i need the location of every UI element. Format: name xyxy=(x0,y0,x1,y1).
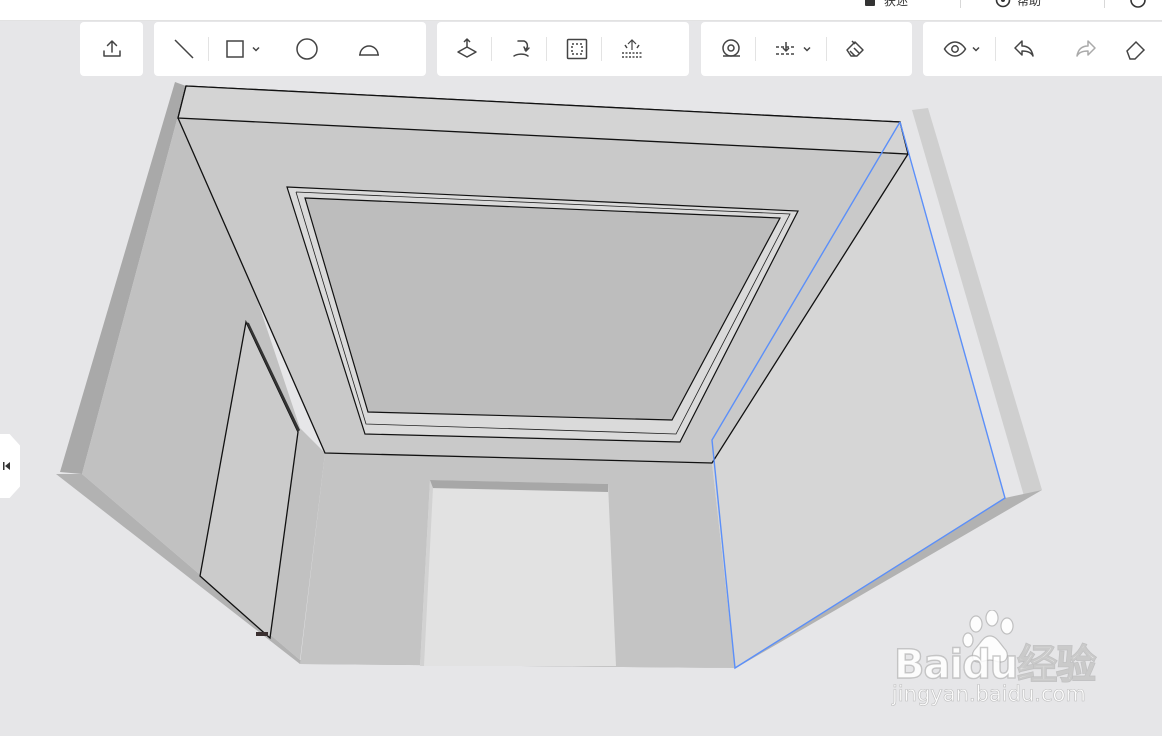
upload-button[interactable] xyxy=(88,22,136,76)
toolbar-separator xyxy=(826,37,827,61)
line-tool-button[interactable] xyxy=(160,22,208,76)
redo-icon xyxy=(1076,40,1096,57)
toolbar-separator xyxy=(491,37,492,61)
toolbar-separator xyxy=(995,37,996,61)
topbar-item-2-label: 帮助 xyxy=(1017,0,1042,8)
undo-button[interactable] xyxy=(1000,22,1048,76)
toolbar-group-measure xyxy=(701,22,912,76)
topbar-item-3[interactable] xyxy=(1130,0,1146,9)
line-icon xyxy=(174,39,194,59)
toolbar-group-edit xyxy=(437,22,689,76)
circle-icon xyxy=(296,38,318,60)
rectangle-icon xyxy=(226,40,244,58)
offset-button[interactable] xyxy=(553,22,601,76)
rectangle-tool-button[interactable] xyxy=(209,22,275,76)
main-toolbar xyxy=(0,22,1162,76)
toolbar-separator xyxy=(601,37,602,61)
offset-icon xyxy=(566,38,588,60)
toolbar-group-view xyxy=(923,22,1162,76)
arc-icon xyxy=(359,45,379,56)
eraser-icon xyxy=(1126,40,1146,60)
doorway-opening xyxy=(420,480,616,666)
chevron-down-icon xyxy=(972,46,980,52)
chevron-down-icon xyxy=(252,46,260,52)
toolbar-group-import xyxy=(80,22,143,76)
section-plane-icon xyxy=(776,42,796,55)
eye-icon xyxy=(943,41,967,57)
section-plane-button[interactable] xyxy=(760,22,826,76)
align-button[interactable] xyxy=(608,22,656,76)
top-bar: 获述 帮助 xyxy=(0,0,1162,21)
topbar-item-2[interactable]: 帮助 xyxy=(995,0,1041,9)
eraser-button[interactable] xyxy=(1112,22,1160,76)
collapse-left-icon xyxy=(3,462,10,470)
topbar-item-1[interactable]: 获述 xyxy=(862,0,908,9)
circle-tool-button[interactable] xyxy=(283,22,331,76)
toolbar-separator xyxy=(755,37,756,61)
user-circle-icon xyxy=(1130,0,1146,8)
view-mode-button[interactable] xyxy=(929,22,995,76)
toolbar-group-draw xyxy=(154,22,426,76)
topbar-divider xyxy=(960,0,961,8)
tape-measure-icon xyxy=(722,39,740,57)
topbar-divider xyxy=(1104,0,1105,8)
3d-viewport[interactable]: Baidu经验 jingyan.baidu.com xyxy=(0,76,1162,736)
upload-icon xyxy=(102,40,121,57)
paint-bucket-icon xyxy=(846,40,864,57)
redo-button[interactable] xyxy=(1062,22,1110,76)
push-pull-button[interactable] xyxy=(443,22,491,76)
chevron-down-icon xyxy=(803,46,811,52)
rotate-icon xyxy=(513,40,530,57)
undo-icon xyxy=(1014,40,1034,57)
document-icon xyxy=(865,0,875,6)
help-circle-icon xyxy=(995,0,1011,8)
watermark-url: jingyan.baidu.com xyxy=(892,682,1086,707)
watermark: Baidu经验 jingyan.baidu.com xyxy=(888,610,1108,710)
toolbar-separator xyxy=(546,37,547,61)
rotate-button[interactable] xyxy=(498,22,546,76)
paint-bucket-button[interactable] xyxy=(831,22,879,76)
align-icon xyxy=(622,39,642,58)
side-panel-toggle[interactable] xyxy=(0,434,20,498)
push-pull-icon xyxy=(457,38,477,58)
arc-tool-button[interactable] xyxy=(345,22,393,76)
topbar-item-1-label: 获述 xyxy=(884,0,909,8)
tape-measure-button[interactable] xyxy=(707,22,755,76)
door-hinge xyxy=(256,632,268,636)
